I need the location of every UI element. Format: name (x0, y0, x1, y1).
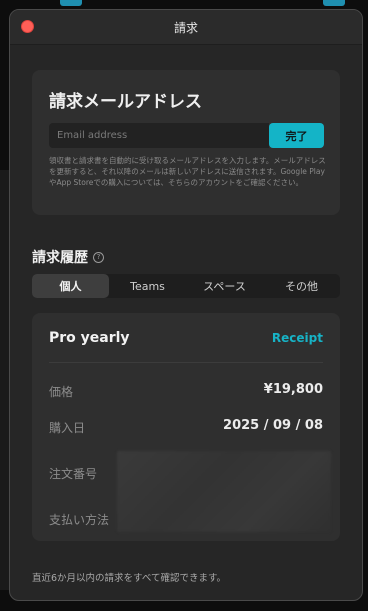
billing-history-tabs: 個人 Teams スペース その他 (32, 274, 340, 298)
purchase-card: Pro yearly Receipt 価格 ¥19,800 購入日 2025 /… (32, 313, 340, 541)
background-tab (323, 0, 345, 6)
background-tab (60, 0, 82, 6)
title-bar: 請求 (10, 10, 362, 45)
redacted-details (117, 451, 331, 532)
billing-window: 請求 請求メールアドレス Email address 完了 領収書と請求書を自動… (9, 9, 363, 601)
plan-name: Pro yearly (49, 330, 130, 346)
question-circle-icon[interactable]: ? (93, 251, 104, 263)
divider (49, 362, 323, 363)
tab-personal[interactable]: 個人 (32, 274, 109, 298)
purchase-date-value: 2025 / 09 / 08 (223, 418, 323, 433)
billing-history-header: 請求履歴 ? (32, 247, 104, 267)
receipt-link[interactable]: Receipt (272, 331, 323, 345)
email-input-placeholder: Email address (57, 130, 128, 141)
window-title: 請求 (173, 20, 198, 35)
price-label: 価格 (49, 385, 74, 399)
tab-teams[interactable]: Teams (109, 274, 186, 298)
close-window-button[interactable] (21, 20, 34, 33)
billing-email-description: 領収書と請求書を自動的に受け取るメールアドレスを入力します。メールアドレスを更新… (49, 156, 326, 187)
purchase-date-label: 購入日 (49, 421, 86, 435)
done-button[interactable]: 完了 (269, 123, 324, 148)
billing-email-card: 請求メールアドレス Email address 完了 領収書と請求書を自動的に受… (32, 70, 340, 215)
price-value: ¥19,800 (263, 382, 323, 397)
footer-note: 直近6か月以内の請求をすべて確認できます。 (32, 573, 227, 584)
email-input[interactable]: Email address (49, 123, 269, 148)
payment-method-label: 支払い方法 (49, 513, 110, 527)
billing-history-title: 請求履歴 (32, 250, 88, 266)
tab-other[interactable]: その他 (263, 274, 340, 298)
order-number-label: 注文番号 (49, 467, 98, 481)
tab-spaces[interactable]: スペース (186, 274, 263, 298)
billing-email-title: 請求メールアドレス (49, 92, 202, 112)
